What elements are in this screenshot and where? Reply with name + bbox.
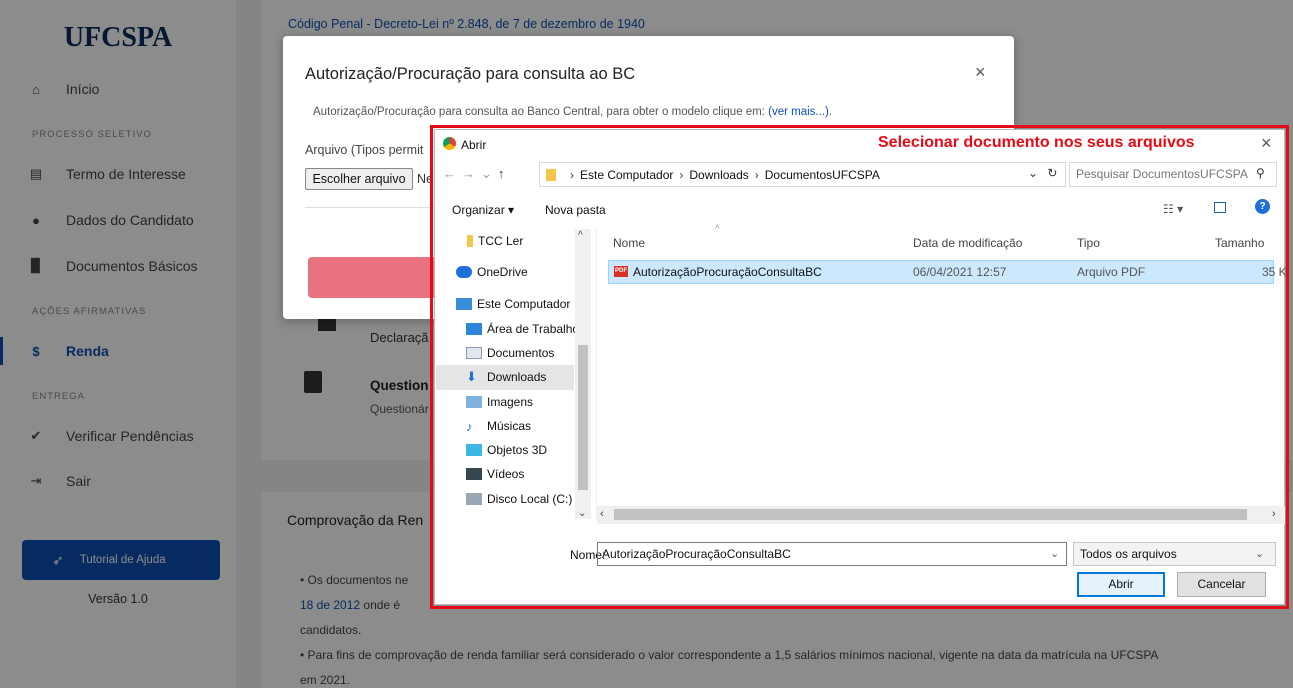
chevron-down-icon[interactable]: ⌄ — [1050, 547, 1059, 560]
modal-description: Autorização/Procuração para consulta ao … — [313, 106, 832, 118]
refresh-icon[interactable]: ↻ — [1047, 166, 1057, 180]
nav-item-downloads[interactable]: ⬇ Downloads — [466, 365, 546, 389]
nav-item-objetos3d[interactable]: Objetos 3D — [466, 438, 547, 462]
nav-item-musicas[interactable]: ♪ Músicas — [466, 414, 531, 438]
nav-label: Área de Trabalho — [487, 322, 580, 336]
nav-label: Downloads — [487, 370, 547, 384]
address-bar[interactable]: › Este Computador › Downloads › Document… — [539, 162, 1066, 187]
filetype-select[interactable]: Todos os arquivos — [1073, 542, 1276, 566]
help-icon[interactable]: ? — [1255, 199, 1270, 214]
cancel-button[interactable]: Cancelar — [1177, 572, 1266, 597]
nav-label: Objetos 3D — [487, 443, 548, 457]
nav-item-documentos[interactable]: Documentos — [466, 341, 554, 365]
scroll-down-icon[interactable]: ⌄ — [578, 508, 586, 519]
column-header-nome[interactable]: Nome — [613, 236, 645, 250]
nav-label: Documentos — [487, 346, 555, 360]
file-label: Arquivo (Tipos permit — [305, 143, 424, 157]
nav-label: OneDrive — [477, 265, 528, 279]
sort-arrow-icon: ^ — [715, 224, 720, 235]
nav-label: Músicas — [487, 419, 532, 433]
dialog-title: Abrir — [461, 138, 487, 152]
chrome-icon — [443, 137, 456, 150]
search-input[interactable]: Pesquisar DocumentosUFCSPA — [1069, 162, 1277, 187]
submit-button[interactable] — [308, 257, 448, 298]
ver-mais-link[interactable]: (ver mais...) — [768, 106, 829, 118]
horizontal-scrollbar-thumb[interactable] — [614, 509, 1247, 520]
chevron-right-icon: › — [754, 167, 759, 182]
organizar-menu[interactable]: Organizar ▾ — [452, 203, 514, 217]
close-icon[interactable]: × — [1261, 133, 1272, 154]
nav-label: Disco Local (C:) — [487, 492, 573, 506]
recent-icon[interactable]: ⌄ — [481, 166, 498, 181]
address-controls[interactable]: ⌄ ↻ — [1028, 166, 1057, 180]
path-segment[interactable]: DocumentosUFCSPA — [765, 168, 880, 182]
file-type: Arquivo PDF — [1077, 265, 1146, 279]
music-icon: ♪ — [466, 418, 473, 434]
modal-title: Autorização/Procuração para consulta ao … — [305, 65, 636, 83]
nav-label: Este Computador — [477, 297, 571, 311]
scroll-right-icon[interactable]: › — [1272, 508, 1276, 520]
filename-input[interactable]: AutorizaçãoProcuraçãoConsultaBC — [597, 542, 1067, 566]
chevron-down-icon[interactable]: ⌄ — [1028, 166, 1038, 180]
file-name[interactable]: AutorizaçãoProcuraçãoConsultaBC — [633, 265, 822, 279]
path-segment[interactable]: Downloads — [689, 168, 748, 182]
desc-end: . — [828, 106, 833, 118]
cloud-icon — [456, 266, 472, 278]
nav-item-videos[interactable]: Vídeos — [466, 462, 524, 486]
scroll-left-icon[interactable]: ‹ — [600, 508, 604, 520]
choose-file-button[interactable]: Escolher arquivo — [305, 168, 413, 190]
computer-icon — [456, 298, 472, 310]
chevron-right-icon: › — [679, 167, 684, 182]
nav-item-disco[interactable]: Disco Local (C:) — [466, 487, 572, 511]
desc-text: Autorização/Procuração para consulta ao … — [313, 106, 769, 118]
folder-icon — [467, 235, 473, 247]
nav-scrollbar-thumb[interactable] — [578, 345, 588, 490]
nav-item-desktop[interactable]: Área de Trabalho — [466, 317, 579, 341]
forward-icon[interactable]: → — [462, 166, 481, 181]
nav-label: Vídeos — [487, 467, 525, 481]
chevron-right-icon: › — [570, 167, 574, 182]
column-header-data[interactable]: Data de modificação — [913, 236, 1022, 250]
file-date: 06/04/2021 12:57 — [913, 265, 1007, 279]
path-segment[interactable]: Este Computador — [580, 168, 673, 182]
pdf-icon: PDF — [614, 266, 628, 277]
nav-item-onedrive[interactable]: OneDrive — [456, 260, 528, 284]
close-icon[interactable]: × — [975, 62, 986, 83]
back-icon[interactable]: ← — [443, 166, 462, 181]
column-header-tamanho[interactable]: Tamanho — [1215, 236, 1264, 250]
up-icon[interactable]: ↑ — [498, 166, 511, 181]
file-size: 35 K — [1262, 265, 1287, 279]
divider — [305, 207, 445, 208]
nav-item-tcc[interactable]: TCC Ler — [467, 229, 523, 253]
scroll-up-icon[interactable]: ^ — [578, 230, 583, 241]
preview-pane-icon[interactable] — [1214, 202, 1226, 213]
desktop-icon — [466, 323, 482, 335]
folder-icon — [546, 168, 556, 181]
download-icon: ⬇ — [466, 369, 477, 384]
annotation-text: Selecionar documento nos seus arquivos — [878, 134, 1195, 151]
column-header-tipo[interactable]: Tipo — [1077, 236, 1100, 250]
nav-label: TCC Ler — [478, 234, 524, 248]
video-icon — [466, 468, 482, 480]
nav-item-imagens[interactable]: Imagens — [466, 390, 533, 414]
nav-label: Imagens — [487, 395, 534, 409]
pane-divider — [596, 228, 597, 518]
open-button[interactable]: Abrir — [1077, 572, 1165, 597]
nav-item-computer[interactable]: Este Computador — [456, 292, 570, 316]
drive-icon — [466, 493, 482, 505]
new-folder-button[interactable]: Nova pasta — [545, 203, 606, 217]
pictures-icon — [466, 396, 482, 408]
cube-icon — [466, 444, 482, 456]
view-options-icon[interactable]: ☷ ▾ — [1163, 202, 1183, 216]
no-file-text: Ne — [417, 172, 433, 186]
nav-arrows[interactable]: ←→⌄↑ — [443, 166, 510, 182]
chevron-down-icon[interactable]: ⌄ — [1255, 547, 1264, 560]
search-icon[interactable]: ⚲ — [1256, 166, 1265, 180]
documents-icon — [466, 347, 482, 359]
